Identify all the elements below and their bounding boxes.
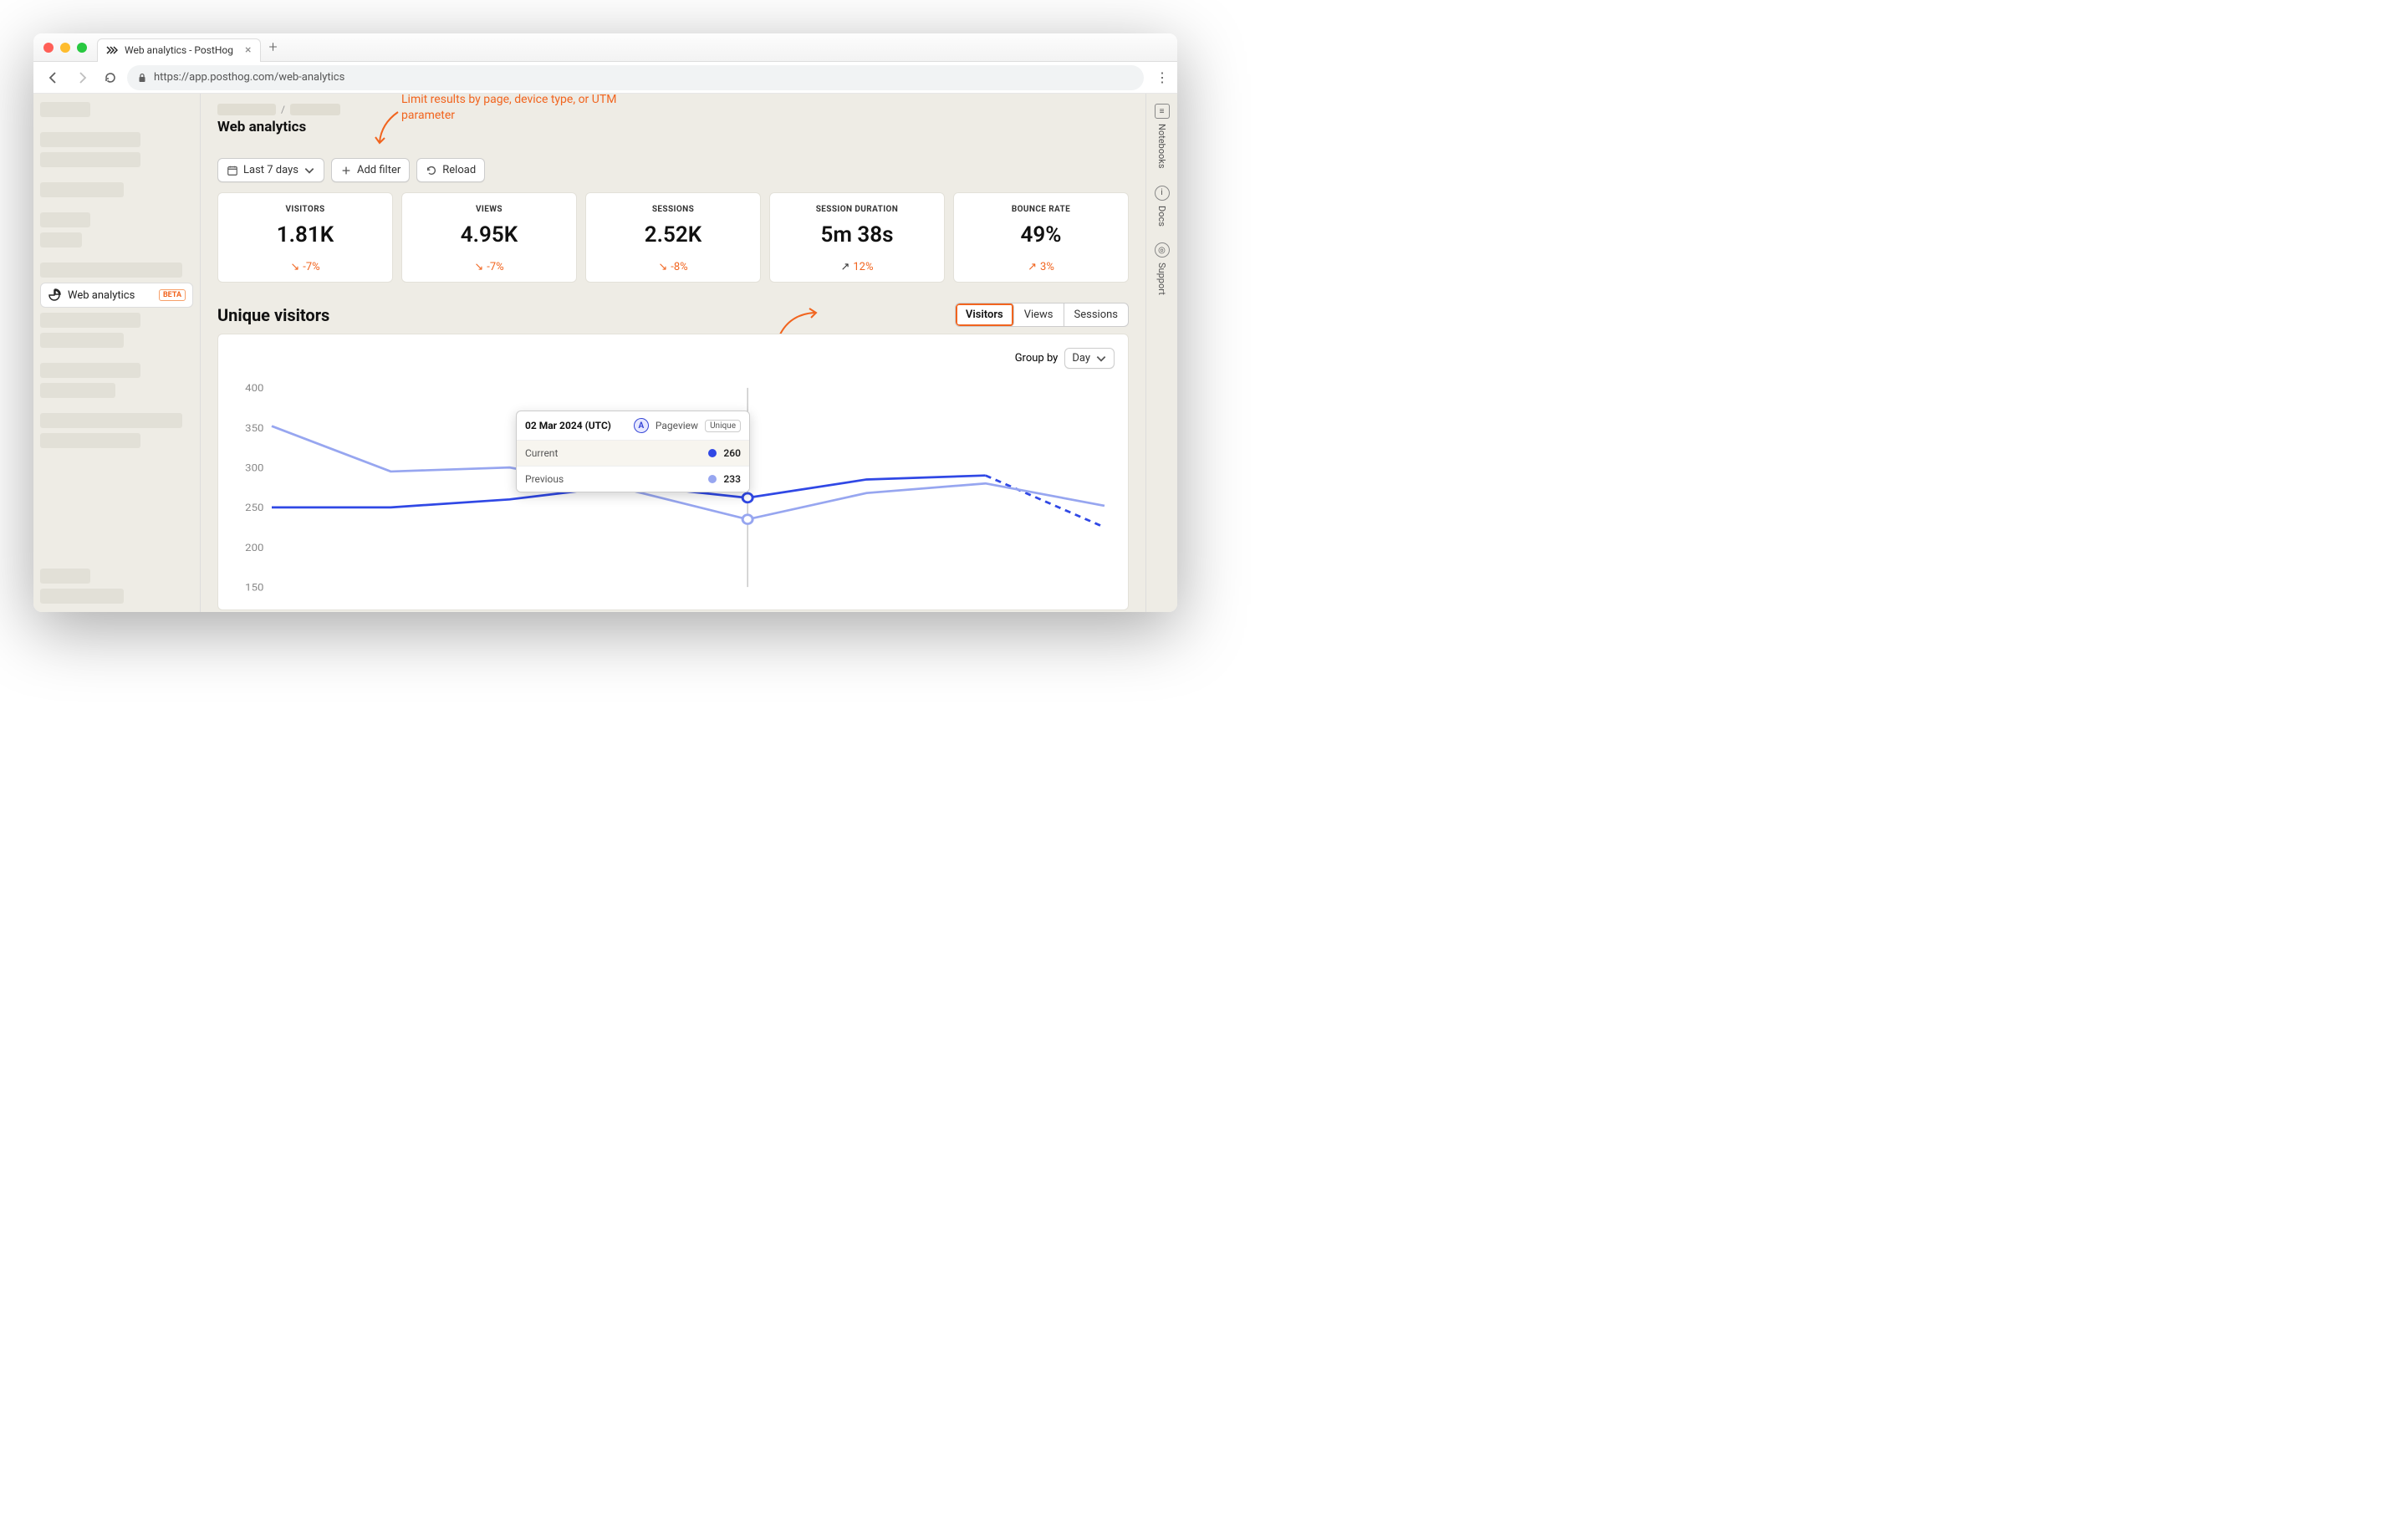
forward-button[interactable] — [70, 66, 94, 89]
lifebuoy-icon: ◎ — [1155, 242, 1170, 258]
window-controls[interactable] — [43, 43, 87, 53]
new-tab-button[interactable]: + — [269, 38, 278, 56]
url-text: https://app.posthog.com/web-analytics — [154, 71, 344, 84]
chart-tooltip: 02 Mar 2024 (UTC) A Pageview Unique Curr… — [516, 411, 750, 492]
chevron-down-icon — [1095, 353, 1107, 365]
pie-chart-icon — [48, 288, 61, 302]
calendar-icon — [227, 165, 238, 176]
trend-up-icon: ↗ — [1028, 261, 1037, 273]
notebook-icon: ≡ — [1155, 104, 1170, 119]
metric-card-sessions[interactable]: SESSIONS 2.52K ↘-8% — [585, 192, 761, 283]
trend-down-icon: ↘ — [290, 261, 299, 273]
tab-visitors[interactable]: Visitors — [956, 303, 1014, 326]
rsidebar-support[interactable]: ◎ Support — [1155, 242, 1170, 295]
tab-views[interactable]: Views — [1014, 303, 1064, 326]
section-title: Unique visitors — [217, 305, 329, 325]
rsidebar-docs[interactable]: i Docs — [1155, 186, 1170, 227]
left-sidebar: Web analytics BETA — [33, 94, 201, 612]
chart-tab-group: Visitors Views Sessions — [955, 303, 1129, 327]
add-filter-button[interactable]: Add filter — [331, 158, 410, 182]
chart-panel: Group by Day 150 200 250 300 350 400 02 Mar 2… — [217, 334, 1129, 610]
sidebar-item-label: Web analytics — [68, 289, 135, 302]
tab-title: Web analytics - PostHog — [125, 44, 233, 56]
metric-card-session-duration[interactable]: SESSION DURATION 5m 38s ↗12% — [769, 192, 945, 283]
trend-down-icon: ↘ — [658, 261, 667, 273]
chevron-down-icon — [304, 165, 315, 176]
trend-up-icon: ↗ — [840, 261, 849, 273]
page-title: Web analytics — [217, 119, 1129, 135]
metric-card-bounce-rate[interactable]: BOUNCE RATE 49% ↗3% — [953, 192, 1129, 283]
metric-card-views[interactable]: VIEWS 4.95K ↘-7% — [401, 192, 577, 283]
line-chart[interactable]: 150 200 250 300 350 400 02 Mar 2024 (UTC) A P… — [232, 379, 1115, 596]
svg-text:250: 250 — [245, 502, 263, 514]
lock-icon — [137, 73, 147, 83]
svg-text:300: 300 — [245, 462, 263, 474]
browser-menu-button[interactable]: ⋮ — [1156, 69, 1169, 85]
groupby-label: Group by — [1015, 352, 1059, 365]
beta-badge: BETA — [159, 289, 186, 301]
date-range-button[interactable]: Last 7 days — [217, 158, 324, 182]
rsidebar-notebooks[interactable]: ≡ Notebooks — [1155, 104, 1170, 169]
metric-card-visitors[interactable]: VISITORS 1.81K ↘-7% — [217, 192, 393, 283]
reload-button[interactable] — [99, 66, 122, 89]
svg-text:400: 400 — [245, 383, 263, 395]
svg-text:350: 350 — [245, 422, 263, 434]
reload-button[interactable]: Reload — [416, 158, 485, 182]
back-button[interactable] — [42, 66, 65, 89]
breadcrumb: / — [217, 104, 1129, 115]
tooltip-date: 02 Mar 2024 (UTC) — [525, 420, 611, 431]
tooltip-event: Pageview — [656, 420, 698, 431]
svg-text:150: 150 — [245, 582, 263, 594]
browser-tab[interactable]: Web analytics - PostHog × — [97, 38, 261, 62]
plus-icon — [340, 165, 352, 176]
sidebar-item-web-analytics[interactable]: Web analytics BETA — [40, 283, 193, 308]
right-sidebar: ≡ Notebooks i Docs ◎ Support — [1145, 94, 1177, 612]
groupby-select[interactable]: Day — [1064, 348, 1115, 369]
trend-down-icon: ↘ — [474, 261, 483, 273]
metrics-row: VISITORS 1.81K ↘-7% VIEWS 4.95K ↘-7% SES… — [217, 192, 1129, 283]
annotation-filter: Limit results by page, device type, or U… — [401, 94, 616, 122]
info-icon: i — [1155, 186, 1170, 201]
reload-icon — [426, 165, 437, 176]
tooltip-badge: Unique — [705, 420, 741, 432]
tab-sessions[interactable]: Sessions — [1064, 303, 1129, 326]
address-bar[interactable]: https://app.posthog.com/web-analytics — [127, 65, 1144, 90]
close-icon[interactable]: × — [245, 43, 251, 57]
svg-text:200: 200 — [245, 542, 263, 553]
series-badge: A — [634, 418, 649, 433]
posthog-icon — [106, 44, 118, 56]
